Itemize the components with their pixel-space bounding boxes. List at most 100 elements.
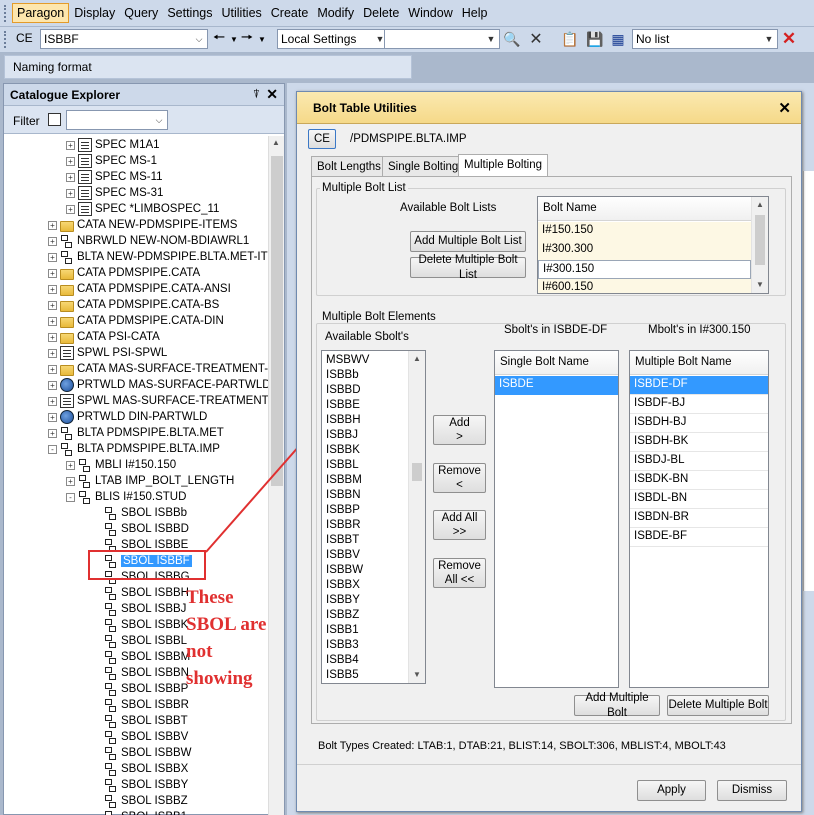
list-item[interactable]: I#300.150	[538, 260, 751, 279]
tab-single-bolting[interactable]: Single Bolting	[382, 156, 465, 177]
ce-combo[interactable]: ISBBF ⌵	[40, 29, 208, 49]
tree-item[interactable]: - BLIS I#150.STUD	[66, 489, 186, 505]
forward-dropdown-icon[interactable]: ▼	[253, 30, 271, 48]
tree-scroll-thumb[interactable]	[271, 156, 283, 486]
list-item[interactable]: ISBDJ-BL	[630, 452, 768, 471]
tree-item[interactable]: + MBLI I#150.150	[66, 457, 176, 473]
tree-item[interactable]: + CATA PDMSPIPE.CATA-DIN	[48, 313, 224, 329]
tree-item[interactable]: + CATA PSI-CATA	[48, 329, 160, 345]
expand-icon[interactable]: +	[48, 348, 57, 358]
close-list-icon[interactable]: ✕	[780, 29, 798, 48]
tab-multiple-bolting[interactable]: Multiple Bolting	[458, 154, 548, 177]
list-item[interactable]: ISBDE	[495, 376, 618, 395]
multiple-bolts-listbox[interactable]: Multiple Bolt Name ISBDE-DF ISBDF-BJ ISBDH…	[629, 350, 769, 688]
tree-item[interactable]: + CATA PDMSPIPE.CATA	[48, 265, 200, 281]
available-sbolts-listbox[interactable]: MSBWV ISBBb ISBBD ISBBE ISBBH ISBBJ ISBBK ISBBL…	[321, 350, 426, 684]
binoculars-icon[interactable]: 🔍	[503, 30, 521, 48]
expand-icon[interactable]: +	[48, 364, 57, 374]
tree-item[interactable]: + SPWL PSI-SPWL	[48, 345, 167, 361]
tree-item[interactable]: + SPEC MS-11	[66, 169, 163, 185]
expand-icon[interactable]: +	[66, 140, 75, 150]
list-icon[interactable]: ▦	[609, 30, 627, 48]
available-sbolts-scrollbar[interactable]: ▲ ▼	[408, 351, 425, 683]
tree-item[interactable]: + LTAB IMP_BOLT_LENGTH	[66, 473, 234, 489]
tree-item[interactable]: SBOL ISBBJ	[100, 601, 186, 617]
expand-icon[interactable]: +	[48, 252, 57, 262]
close-icon[interactable]: ✕	[266, 86, 278, 103]
list-item[interactable]: ISBDE-DF	[630, 376, 768, 395]
secondary-combo[interactable]: ▼	[384, 29, 500, 49]
pin-icon[interactable]: ⍒	[253, 87, 260, 102]
multiple-bolt-name-header[interactable]: Multiple Bolt Name	[630, 351, 768, 375]
tree-scrollbar[interactable]: ▲	[268, 136, 284, 815]
list-item[interactable]: ISBB5	[322, 667, 408, 683]
save-icon[interactable]: 💾	[586, 30, 604, 48]
list-item[interactable]: I#150.150	[538, 222, 751, 241]
tree-item[interactable]: + BLTA PDMSPIPE.BLTA.MET	[48, 425, 224, 441]
expand-icon[interactable]: +	[48, 316, 57, 326]
tree-item[interactable]: SBOL ISBBW	[100, 745, 192, 761]
bolt-lists-scrollbar[interactable]: ▲ ▼	[751, 197, 768, 293]
list-item[interactable]: I#300.300	[538, 241, 751, 260]
settings-combo[interactable]: Local Settings ▼	[277, 29, 389, 49]
add-multiple-bolt-button[interactable]: Add Multiple Bolt	[574, 692, 660, 719]
menu-paragon[interactable]: Paragon	[12, 3, 70, 23]
list-item[interactable]: ISBDL-BN	[630, 490, 768, 509]
tree-item[interactable]: SBOL ISBBN	[100, 665, 189, 681]
tree-item[interactable]: + CATA PDMSPIPE.CATA-BS	[48, 297, 219, 313]
add-button[interactable]: Add >	[433, 415, 486, 445]
tree-item[interactable]: SBOL ISBBK	[100, 617, 188, 633]
list-item[interactable]: ISBDK-BN	[630, 471, 768, 490]
tree-item[interactable]: SBOL ISBBR	[100, 697, 189, 713]
scroll-up-icon[interactable]: ▲	[272, 138, 280, 147]
tree-item[interactable]: + SPEC M1A1	[66, 137, 160, 153]
add-multiple-bolt-list-button[interactable]: Add Multiple Bolt List	[410, 231, 526, 252]
list-item[interactable]: ISBDH-BJ	[630, 414, 768, 433]
tree-item[interactable]: + SPEC MS-31	[66, 185, 163, 201]
tree-item[interactable]: SBOL ISBBT	[100, 713, 188, 729]
chevron-down-icon[interactable]: ▼	[483, 30, 499, 48]
list-item[interactable]: ISBDN-BR	[630, 509, 768, 528]
menu-utilities[interactable]: Utilities	[217, 4, 265, 22]
tree-item[interactable]: + SPEC MS-1	[66, 153, 157, 169]
menu-settings[interactable]: Settings	[163, 4, 216, 22]
bolt-name-header[interactable]: Bolt Name	[538, 197, 751, 221]
tree-item[interactable]: SBOL ISBB1	[100, 809, 187, 815]
tree-item[interactable]: + PRTWLD MAS-SURFACE-PARTWLD	[48, 377, 268, 393]
collapse-icon[interactable]: -	[66, 492, 75, 502]
list-combo[interactable]: No list ▼	[632, 29, 778, 49]
menu-modify[interactable]: Modify	[313, 4, 358, 22]
list-item[interactable]: ISBDF-BJ	[630, 395, 768, 414]
tab-bolt-lengths[interactable]: Bolt Lengths	[311, 156, 387, 177]
expand-icon[interactable]: +	[48, 284, 57, 294]
expand-icon[interactable]: +	[48, 396, 57, 406]
scroll-down-icon[interactable]: ▼	[409, 667, 425, 683]
expand-icon[interactable]: +	[48, 428, 57, 438]
tree-item[interactable]: + CATA NEW-PDMSPIPE-ITEMS	[48, 217, 237, 233]
expand-icon[interactable]: +	[48, 220, 57, 230]
chevron-down-icon[interactable]: ▼	[761, 30, 777, 48]
scroll-up-icon[interactable]: ▲	[752, 197, 768, 213]
tree-item[interactable]: + CATA PDMSPIPE.CATA-ANSI	[48, 281, 231, 297]
tree-item[interactable]: SBOL ISBBP	[100, 681, 188, 697]
tree-item[interactable]: SBOL ISBBD	[100, 521, 189, 537]
expand-icon[interactable]: +	[48, 412, 57, 422]
scroll-down-icon[interactable]: ▼	[752, 277, 768, 293]
chevron-down-icon[interactable]: ⌵	[191, 30, 207, 48]
chevron-down-icon[interactable]: ⌵	[151, 111, 167, 129]
expand-icon[interactable]: +	[66, 156, 75, 166]
tree-item[interactable]: SBOL ISBBH	[100, 585, 189, 601]
close-icon[interactable]: ✕	[778, 99, 791, 117]
delete-multiple-bolt-list-button[interactable]: Delete Multiple Bolt List	[410, 254, 526, 281]
expand-icon[interactable]: +	[66, 476, 75, 486]
naming-format-field[interactable]: Naming format	[4, 55, 412, 79]
tree-item[interactable]: + CATA MAS-SURFACE-TREATMENT-	[48, 361, 268, 377]
list-item[interactable]: I#600.150	[538, 279, 751, 293]
menu-display[interactable]: Display	[70, 4, 119, 22]
remove-button[interactable]: Remove <	[433, 463, 486, 493]
tree-item[interactable]: SBOL ISBBV	[100, 729, 188, 745]
expand-icon[interactable]: +	[66, 460, 75, 470]
expand-icon[interactable]: +	[48, 236, 57, 246]
tree-item[interactable]: + SPEC *LIMBOSPEC_11	[66, 201, 219, 217]
menu-create[interactable]: Create	[267, 4, 313, 22]
